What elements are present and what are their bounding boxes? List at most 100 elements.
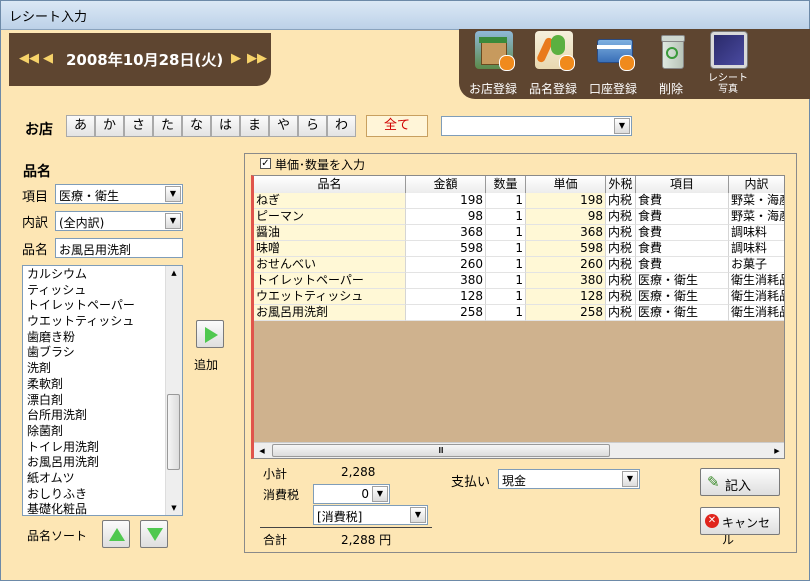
delete-button[interactable]: 削除 — [640, 31, 702, 97]
scroll-right-icon[interactable]: ▶ — [769, 443, 784, 458]
table-cell: 1 — [486, 241, 526, 257]
cancel-button[interactable]: ✕ キャンセル — [700, 507, 780, 547]
column-header[interactable]: 単価 — [526, 176, 606, 193]
last-date-button[interactable]: ▶▶ — [247, 51, 267, 66]
tax-select[interactable]: 0 ▼ — [313, 484, 390, 504]
toolbar: お店登録 品名登録 口座登録 削除 レシート 写真 — [459, 29, 810, 99]
shop-register-button[interactable]: お店登録 — [462, 31, 524, 97]
list-item[interactable]: カルシウム — [27, 267, 135, 283]
scroll-thumb[interactable]: Ⅲ — [272, 444, 610, 457]
list-item[interactable]: お風呂用洗剤 — [27, 455, 135, 471]
table-cell: 内税 — [606, 209, 636, 225]
table-row[interactable]: ウエットティッシュ1281128内税医療・衛生衛生消耗品 — [254, 289, 784, 305]
sort-down-button[interactable] — [140, 520, 168, 548]
table-cell: 医療・衛生 — [636, 289, 729, 305]
kana-button[interactable]: あ — [66, 115, 95, 137]
table-row[interactable]: 味噌 598 1 598 内税 食費 調味料 — [254, 241, 784, 257]
column-header[interactable]: 項目 — [636, 176, 729, 193]
column-header[interactable]: 内訳 — [729, 176, 784, 193]
list-item[interactable]: 台所用洗剤 — [27, 408, 135, 424]
shop-icon — [475, 31, 515, 71]
kana-button[interactable]: わ — [327, 115, 356, 137]
prev-date-button[interactable]: ◀ — [43, 51, 53, 66]
chevron-down-icon[interactable]: ▼ — [410, 507, 426, 523]
date-navigator: ◀◀ ◀ 2008年10月28日(火) ▶ ▶▶ — [9, 33, 271, 86]
detail-value: (全内訳) — [59, 216, 105, 230]
kana-button[interactable]: ま — [240, 115, 269, 137]
table-row[interactable]: ねぎ1981198内税食費野菜・海産 — [254, 193, 784, 209]
table-row[interactable]: お風呂用洗剤2581258内税医療・衛生衛生消耗品 — [254, 305, 784, 321]
item-list-scrollbar[interactable]: ▲ ▼ — [165, 266, 182, 515]
receipt-window: レシート入力 ◀◀ ◀ 2008年10月28日(火) ▶ ▶▶ お店登録 品名登… — [0, 0, 810, 581]
item-register-button[interactable]: 品名登録 — [522, 31, 584, 97]
list-item[interactable]: 歯ブラシ — [27, 345, 135, 361]
kana-button[interactable]: 全て — [366, 115, 428, 137]
add-label: 追加 — [194, 358, 219, 372]
scroll-thumb[interactable] — [167, 394, 180, 470]
table-row[interactable]: おせんべい 260 1 260 内税 食費 お菓子 — [254, 257, 784, 273]
category-select[interactable]: 医療・衛生 ▼ — [55, 184, 183, 204]
arrow-down-icon — [147, 528, 163, 541]
receipt-photo-button[interactable]: レシート 写真 — [697, 31, 759, 97]
kana-button[interactable]: は — [211, 115, 240, 137]
payment-select[interactable]: 現金 ▼ — [498, 469, 640, 489]
subtotal-label: 小計 — [263, 467, 288, 481]
list-item[interactable]: ティッシュ — [27, 283, 135, 299]
next-date-button[interactable]: ▶ — [231, 51, 241, 66]
list-item[interactable]: 洗剤 — [27, 361, 135, 377]
column-header[interactable]: 品名 — [254, 176, 406, 193]
chevron-down-icon[interactable]: ▼ — [614, 118, 630, 134]
submit-button[interactable]: ✎ 記入 — [700, 468, 780, 496]
sort-up-button[interactable] — [102, 520, 130, 548]
kana-button[interactable]: さ — [124, 115, 153, 137]
list-item[interactable]: 歯磨き粉 — [27, 330, 135, 346]
table-cell: 128 — [526, 289, 606, 305]
column-header[interactable]: 金額 — [406, 176, 486, 193]
scroll-up-icon[interactable]: ▲ — [166, 266, 182, 280]
table-cell: 128 — [406, 289, 486, 305]
table-row[interactable]: 醤油 368 1 368 内税 食費 調味料 — [254, 225, 784, 241]
list-item[interactable]: 紙オムツ — [27, 471, 135, 487]
list-item[interactable]: 基礎化粧品 — [27, 502, 135, 515]
shop-select[interactable]: ▼ — [441, 116, 632, 136]
list-item[interactable]: 漂白剤 — [27, 393, 135, 409]
table-cell: 1 — [486, 257, 526, 273]
item-name-input[interactable]: お風呂用洗剤 — [55, 238, 183, 258]
table-cell: 198 — [526, 193, 606, 209]
table-row[interactable]: ピーマン98198内税食費野菜・海産 — [254, 209, 784, 225]
kana-button[interactable]: か — [95, 115, 124, 137]
submit-label: 記入 — [725, 479, 752, 494]
first-date-button[interactable]: ◀◀ — [19, 51, 39, 66]
list-item[interactable]: 除菌剤 — [27, 424, 135, 440]
current-date[interactable]: 2008年10月28日(火) — [66, 49, 223, 70]
kana-button[interactable]: た — [153, 115, 182, 137]
detail-select[interactable]: (全内訳) ▼ — [55, 211, 183, 231]
account-register-button[interactable]: 口座登録 — [582, 31, 644, 97]
grid-hscrollbar[interactable]: ◀ Ⅲ ▶ — [254, 442, 784, 458]
scroll-left-icon[interactable]: ◀ — [254, 443, 270, 458]
scroll-down-icon[interactable]: ▼ — [166, 501, 182, 515]
unit-qty-checkbox[interactable]: ✓ — [260, 158, 271, 169]
table-cell: 内税 — [606, 193, 636, 209]
table-row[interactable]: トイレットペーパー3801380内税医療・衛生衛生消耗品 — [254, 273, 784, 289]
chevron-down-icon[interactable]: ▼ — [165, 186, 181, 202]
list-item[interactable]: トイレットペーパー — [27, 298, 135, 314]
table-cell: ピーマン — [254, 209, 406, 225]
list-item[interactable]: 柔軟剤 — [27, 377, 135, 393]
tax-type-select[interactable]: [消費税] ▼ — [313, 505, 428, 525]
add-item-button[interactable] — [196, 320, 224, 348]
chevron-down-icon[interactable]: ▼ — [372, 486, 388, 502]
chevron-down-icon[interactable]: ▼ — [165, 213, 181, 229]
chevron-down-icon[interactable]: ▼ — [622, 471, 638, 487]
column-header[interactable]: 外税 — [606, 176, 636, 193]
item-listbox[interactable]: カルシウム ティッシュ トイレットペーパー ウエットティッシュ 歯磨き粉 歯ブラシ 洗剤 柔軟… — [22, 265, 183, 516]
kana-button[interactable]: な — [182, 115, 211, 137]
table-cell: 衛生消耗品 — [729, 273, 784, 289]
list-item[interactable]: トイレ用洗剤 — [27, 440, 135, 456]
kana-button[interactable]: ら — [298, 115, 327, 137]
kana-button[interactable]: や — [269, 115, 298, 137]
table-cell: 260 — [526, 257, 606, 273]
column-header[interactable]: 数量 — [486, 176, 526, 193]
list-item[interactable]: ウエットティッシュ — [27, 314, 135, 330]
list-item[interactable]: おしりふき — [27, 487, 135, 503]
